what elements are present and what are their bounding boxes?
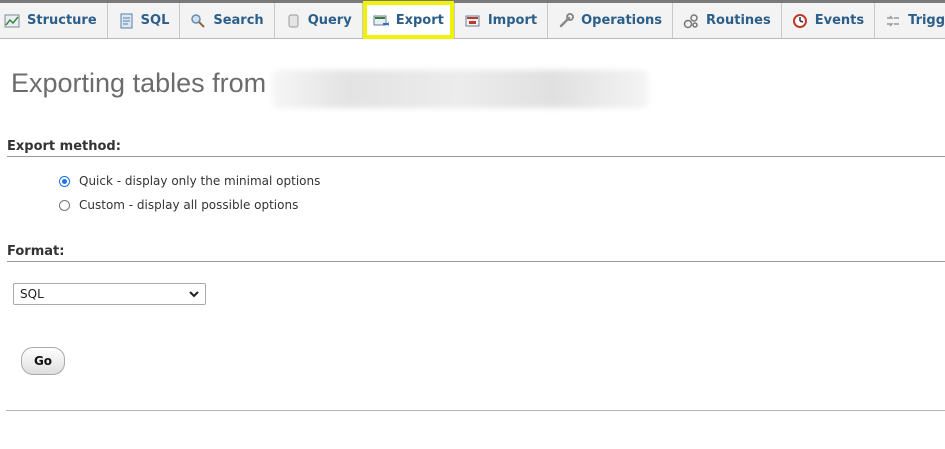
export-method-quick-option[interactable]: Quick - display only the minimal options bbox=[59, 174, 320, 188]
wrench-icon bbox=[558, 12, 575, 29]
custom-radio[interactable] bbox=[59, 199, 70, 211]
tab-label: Import bbox=[487, 13, 538, 28]
tab-label: Query bbox=[307, 13, 352, 28]
search-icon bbox=[190, 13, 206, 29]
tab-structure[interactable]: Structure bbox=[0, 3, 108, 38]
tab-label: Export bbox=[395, 13, 444, 28]
tab-label: Triggers bbox=[908, 13, 945, 28]
tab-import[interactable]: Import bbox=[454, 3, 549, 38]
quick-radio[interactable] bbox=[59, 175, 70, 187]
tab-label: Events bbox=[814, 13, 865, 28]
tab-search[interactable]: Search bbox=[180, 3, 275, 38]
routines-icon bbox=[683, 13, 699, 29]
tab-label: Operations bbox=[581, 13, 663, 28]
format-heading: Format: bbox=[7, 244, 945, 262]
chevron-down-icon bbox=[189, 288, 199, 301]
tab-events[interactable]: Events bbox=[781, 3, 876, 38]
export-method-heading: Export method: bbox=[7, 139, 945, 157]
structure-icon bbox=[4, 13, 20, 29]
tab-label: Routines bbox=[706, 13, 771, 28]
format-select[interactable]: SQL bbox=[13, 283, 206, 305]
page-title: Exporting tables from bbox=[11, 68, 267, 98]
tab-bar: Structure SQL Search Query Export Import bbox=[0, 1, 945, 39]
import-icon bbox=[465, 13, 481, 29]
tab-label: Search bbox=[213, 13, 264, 28]
clock-icon bbox=[792, 13, 808, 29]
sql-icon bbox=[118, 13, 134, 29]
tab-sql[interactable]: SQL bbox=[107, 3, 181, 38]
go-button[interactable]: Go bbox=[21, 347, 65, 375]
format-selected-value: SQL bbox=[20, 287, 44, 301]
tab-export[interactable]: Export bbox=[362, 1, 455, 39]
tab-label: Structure bbox=[27, 13, 97, 28]
tab-label: SQL bbox=[140, 13, 170, 28]
tab-query[interactable]: Query bbox=[274, 3, 363, 38]
export-icon bbox=[373, 13, 389, 29]
quick-radio-label: Quick - display only the minimal options bbox=[79, 174, 321, 188]
custom-radio-label: Custom - display all possible options bbox=[79, 198, 299, 212]
divider bbox=[6, 410, 945, 411]
tab-routines[interactable]: Routines bbox=[673, 3, 782, 38]
tab-operations[interactable]: Operations bbox=[548, 3, 674, 38]
tab-triggers[interactable]: Triggers bbox=[875, 3, 945, 38]
export-method-custom-option[interactable]: Custom - display all possible options bbox=[59, 198, 298, 212]
triggers-icon bbox=[885, 13, 901, 29]
query-icon bbox=[285, 13, 301, 29]
redacted-database-name bbox=[272, 70, 648, 108]
